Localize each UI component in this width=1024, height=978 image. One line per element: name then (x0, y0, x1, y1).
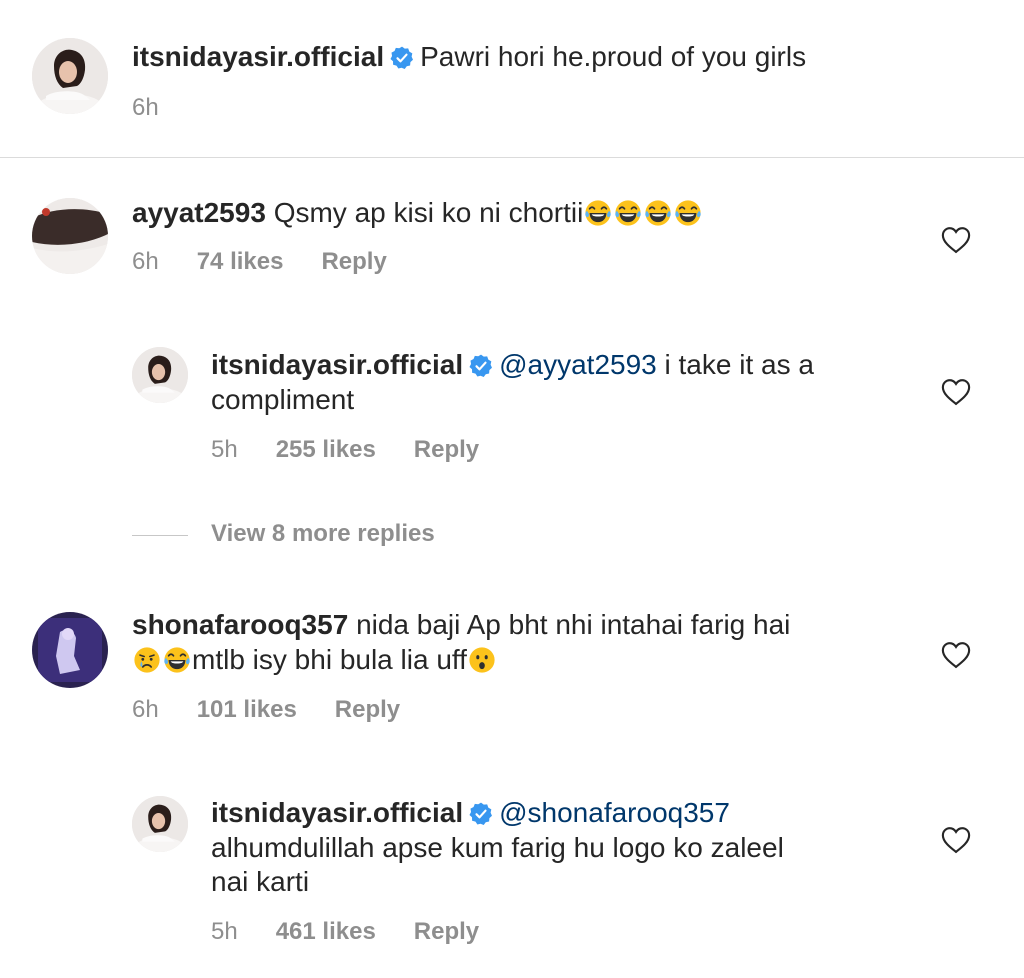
mention-link[interactable]: @ayyat2593 (499, 349, 657, 380)
comment-body: i take it as a (664, 349, 814, 380)
avatar-photo (32, 612, 108, 688)
username-link[interactable]: itsnidayasir.official (211, 349, 463, 380)
tears-of-joy-icon (584, 199, 612, 227)
avatar[interactable] (32, 612, 108, 688)
comment-text-line1: shonafarooq357 nida baji Ap bht nhi inta… (132, 608, 790, 642)
reply-button[interactable]: Reply (321, 248, 386, 275)
heart-icon[interactable] (941, 378, 971, 406)
reply-button[interactable]: Reply (335, 696, 400, 723)
timestamp: 6h (132, 248, 159, 275)
view-more-replies-button[interactable]: View 8 more replies (211, 520, 435, 548)
heart-icon[interactable] (941, 826, 971, 854)
likes-count[interactable]: 461 likes (276, 918, 376, 945)
reply-button[interactable]: Reply (414, 436, 479, 463)
avatar[interactable] (32, 38, 108, 114)
comment-meta: 5h 255 likes Reply (211, 436, 517, 464)
timestamp: 5h (211, 918, 238, 945)
verified-badge-icon (469, 354, 493, 378)
reply-text-line1: itsnidayasir.official @ayyat2593 i take i… (211, 348, 814, 382)
caption-body: Pawri hori he.proud of you girls (420, 41, 807, 72)
username-link[interactable]: shonafarooq357 (132, 609, 348, 640)
divider (0, 157, 1024, 158)
tears-of-joy-icon (644, 199, 672, 227)
tears-of-joy-icon (674, 199, 702, 227)
avatar[interactable] (132, 347, 188, 403)
username-link[interactable]: ayyat2593 (132, 197, 266, 228)
crying-face-icon (133, 646, 161, 674)
comment-body: Qsmy ap kisi ko ni chortii (273, 197, 584, 228)
avatar[interactable] (132, 796, 188, 852)
comment-text: ayyat2593 Qsmy ap kisi ko ni chortii (132, 196, 703, 230)
reply-text-line2: compliment (211, 383, 354, 417)
view-more-line (132, 535, 188, 536)
heart-icon[interactable] (941, 226, 971, 254)
avatar-photo (32, 38, 108, 114)
reply-text-line1: itsnidayasir.official @shonafarooq357 (211, 796, 730, 830)
comment-body: nai karti (211, 866, 310, 897)
comment-meta: 5h 461 likes Reply (211, 918, 517, 946)
verified-badge-icon (390, 46, 414, 70)
likes-count[interactable]: 101 likes (197, 696, 297, 723)
timestamp: 6h (132, 696, 159, 723)
reply-text-line2: alhumdulillah apse kum farig hu logo ko … (211, 831, 784, 865)
tears-of-joy-icon (163, 646, 191, 674)
comment-body: nida baji Ap bht nhi intahai farig hai (356, 609, 791, 640)
timestamp: 5h (211, 436, 238, 463)
avatar-photo (132, 347, 188, 403)
comment-body: compliment (211, 384, 355, 415)
tears-of-joy-icon (614, 199, 642, 227)
caption-text: itsnidayasir.official Pawri hori he.proud… (132, 40, 806, 74)
astonished-face-icon (468, 646, 496, 674)
likes-count[interactable]: 74 likes (197, 248, 284, 275)
comment-body: mtlb isy bhi bula lia uff (192, 644, 467, 675)
reply-button[interactable]: Reply (414, 918, 479, 945)
reply-text-line3: nai karti (211, 865, 309, 899)
likes-count[interactable]: 255 likes (276, 436, 376, 463)
caption-meta: 6h (132, 94, 197, 122)
avatar[interactable] (32, 198, 108, 274)
comment-meta: 6h 74 likes Reply (132, 248, 425, 276)
timestamp: 6h (132, 94, 159, 121)
avatar-photo (32, 198, 108, 274)
avatar-photo (132, 796, 188, 852)
username-link[interactable]: itsnidayasir.official (211, 797, 463, 828)
comment-meta: 6h 101 likes Reply (132, 696, 438, 724)
username-link[interactable]: itsnidayasir.official (132, 41, 384, 72)
heart-icon[interactable] (941, 641, 971, 669)
mention-link[interactable]: @shonafarooq357 (499, 797, 730, 828)
comment-text-line2: mtlb isy bhi bula lia uff (132, 643, 497, 677)
verified-badge-icon (469, 802, 493, 826)
comment-body: alhumdulillah apse kum farig hu logo ko … (211, 832, 784, 863)
